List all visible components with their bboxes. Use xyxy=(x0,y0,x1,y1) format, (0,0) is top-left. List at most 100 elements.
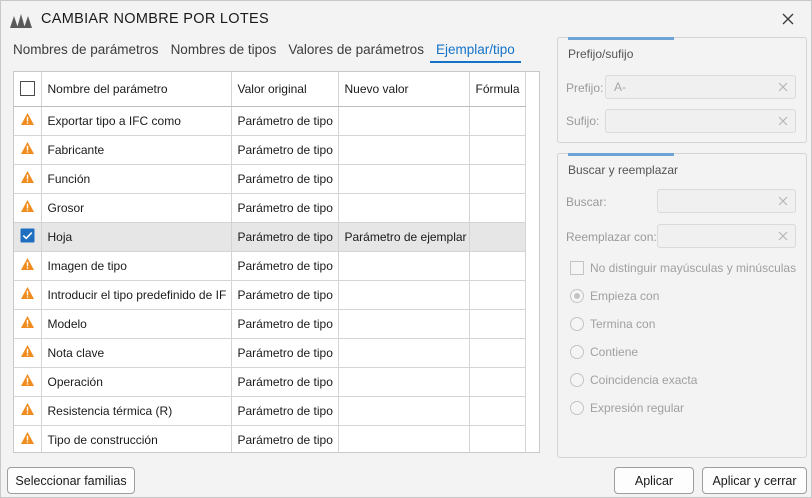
cell-new-value[interactable] xyxy=(338,338,470,368)
cell-new-value[interactable] xyxy=(338,135,470,165)
row-status-cell[interactable] xyxy=(14,280,42,310)
cell-new-value[interactable] xyxy=(338,367,470,397)
cell-formula[interactable] xyxy=(469,222,526,252)
cell-parameter-name: Función xyxy=(41,164,232,194)
row-status-cell[interactable] xyxy=(14,164,42,194)
tab-instance-type[interactable]: Ejemplar/tipo xyxy=(429,41,521,63)
clear-replace-icon[interactable] xyxy=(776,229,790,243)
table-row[interactable]: Modelo Parámetro de tipo xyxy=(14,309,526,339)
suffix-input[interactable] xyxy=(605,109,796,133)
mode-contains[interactable]: Contiene xyxy=(570,343,638,361)
tab-bar: Nombres de parámetros Nombres de tipos V… xyxy=(7,41,521,63)
row-status-cell[interactable] xyxy=(14,425,42,452)
mode-starts-with[interactable]: Empieza con xyxy=(570,287,659,305)
cell-new-value[interactable] xyxy=(338,193,470,223)
cell-parameter-name: Hoja xyxy=(41,222,232,252)
table-row[interactable]: Imagen de tipo Parámetro de tipo xyxy=(14,251,526,281)
mode-exact-match[interactable]: Coincidencia exacta xyxy=(570,371,697,389)
mode-ends-with[interactable]: Termina con xyxy=(570,315,655,333)
cell-formula[interactable] xyxy=(469,193,526,223)
cell-original-value: Parámetro de tipo xyxy=(231,367,339,397)
tab-parameter-values[interactable]: Valores de parámetros xyxy=(282,41,430,63)
cell-formula[interactable] xyxy=(469,164,526,194)
select-all-cell xyxy=(14,72,42,107)
apply-and-close-button[interactable]: Aplicar y cerrar xyxy=(702,467,807,494)
cell-formula[interactable] xyxy=(469,135,526,165)
cell-new-value[interactable] xyxy=(338,309,470,339)
table-row[interactable]: Exportar tipo a IFC como Parámetro de tip… xyxy=(14,106,526,136)
table-row[interactable]: Operación Parámetro de tipo xyxy=(14,367,526,397)
warning-icon xyxy=(20,141,35,158)
cell-new-value[interactable]: Parámetro de ejemplar xyxy=(338,222,470,252)
close-button[interactable] xyxy=(777,9,799,29)
column-header-new-value[interactable]: Nuevo valor xyxy=(338,72,470,107)
row-status-cell[interactable] xyxy=(14,135,42,165)
cell-formula[interactable] xyxy=(469,367,526,397)
cell-new-value[interactable] xyxy=(338,164,470,194)
cell-formula[interactable] xyxy=(469,251,526,281)
table-row[interactable]: Hoja Parámetro de tipo Parámetro de ejempl… xyxy=(14,222,526,252)
mode-ends-with-radio[interactable] xyxy=(570,317,584,331)
ignore-case-option[interactable]: No distinguir mayúsculas y minúsculas xyxy=(570,259,796,277)
column-header-original-value[interactable]: Valor original xyxy=(231,72,339,107)
table-row[interactable]: Grosor Parámetro de tipo xyxy=(14,193,526,223)
column-header-formula[interactable]: Fórmula xyxy=(469,72,526,107)
table-row[interactable]: Nota clave Parámetro de tipo xyxy=(14,338,526,368)
warning-icon xyxy=(20,112,35,129)
find-input[interactable] xyxy=(657,189,796,213)
cell-formula[interactable] xyxy=(469,338,526,368)
row-status-cell[interactable] xyxy=(14,251,42,281)
clear-suffix-icon[interactable] xyxy=(776,114,790,128)
cell-new-value[interactable] xyxy=(338,280,470,310)
column-header-parameter-name[interactable]: Nombre del parámetro xyxy=(41,72,232,107)
clear-find-icon[interactable] xyxy=(776,194,790,208)
cell-formula[interactable] xyxy=(469,309,526,339)
tab-parameter-names[interactable]: Nombres de parámetros xyxy=(7,41,165,63)
table-row[interactable]: Resistencia térmica (R) Parámetro de tipo xyxy=(14,396,526,426)
table-row[interactable]: Introducir el tipo predefinido de IF Pará… xyxy=(14,280,526,310)
table-row[interactable]: Fabricante Parámetro de tipo xyxy=(14,135,526,165)
cell-formula[interactable] xyxy=(469,425,526,452)
cell-formula[interactable] xyxy=(469,106,526,136)
mode-starts-with-radio[interactable] xyxy=(570,289,584,303)
row-status-cell[interactable] xyxy=(14,193,42,223)
batch-rename-dialog: CAMBIAR NOMBRE POR LOTES Nombres de pará… xyxy=(0,0,812,498)
select-families-button[interactable]: Seleccionar familias xyxy=(7,467,135,494)
mode-contains-radio[interactable] xyxy=(570,345,584,359)
cell-new-value[interactable] xyxy=(338,251,470,281)
replace-input[interactable] xyxy=(657,224,796,248)
mode-exact-match-radio[interactable] xyxy=(570,373,584,387)
ignore-case-label: No distinguir mayúsculas y minúsculas xyxy=(590,261,797,275)
table-row[interactable]: Función Parámetro de tipo xyxy=(14,164,526,194)
ignore-case-checkbox[interactable] xyxy=(570,261,584,275)
tab-type-names[interactable]: Nombres de tipos xyxy=(165,41,283,63)
table-row[interactable]: Tipo de construcción Parámetro de tipo xyxy=(14,425,526,452)
row-status-cell[interactable] xyxy=(14,309,42,339)
title-bar: CAMBIAR NOMBRE POR LOTES xyxy=(1,1,811,37)
cell-original-value: Parámetro de tipo xyxy=(231,425,339,452)
apply-button[interactable]: Aplicar xyxy=(614,467,694,494)
prefix-input[interactable]: A- xyxy=(605,75,796,99)
clear-prefix-icon[interactable] xyxy=(776,80,790,94)
cell-new-value[interactable] xyxy=(338,106,470,136)
mode-regex-radio[interactable] xyxy=(570,401,584,415)
prefix-label: Prefijo: xyxy=(566,81,604,95)
find-label: Buscar: xyxy=(566,195,607,209)
warning-icon xyxy=(20,402,35,419)
cell-new-value[interactable] xyxy=(338,396,470,426)
cell-formula[interactable] xyxy=(469,396,526,426)
row-status-cell[interactable] xyxy=(14,367,42,397)
row-status-cell[interactable] xyxy=(14,396,42,426)
mode-exact-match-label: Coincidencia exacta xyxy=(590,373,698,387)
select-all-checkbox[interactable] xyxy=(19,81,35,97)
cell-formula[interactable] xyxy=(469,280,526,310)
warning-icon xyxy=(20,431,35,448)
cell-original-value: Parámetro de tipo xyxy=(231,164,339,194)
cell-new-value[interactable] xyxy=(338,425,470,452)
row-status-cell[interactable] xyxy=(14,106,42,136)
mode-regex[interactable]: Expresión regular xyxy=(570,399,684,417)
row-status-cell[interactable] xyxy=(14,222,42,252)
row-checkbox-checked[interactable] xyxy=(20,228,35,246)
row-status-cell[interactable] xyxy=(14,338,42,368)
cell-parameter-name: Introducir el tipo predefinido de IF xyxy=(41,280,232,310)
